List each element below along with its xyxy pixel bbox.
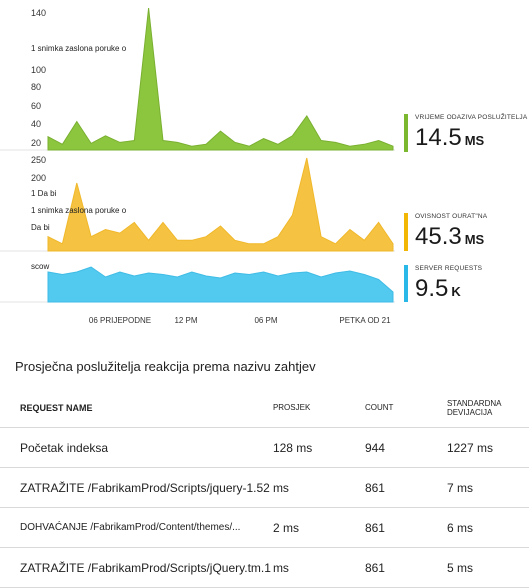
- metric-value: 45.3 MS: [415, 223, 485, 250]
- server-requests-tile[interactable]: SERVER REQUESTS 9.5 K: [404, 265, 524, 302]
- y-tick: 140: [31, 8, 47, 18]
- y-tick: 40: [31, 119, 42, 129]
- metric-value: 9.5 K: [415, 275, 461, 302]
- annotation-label[interactable]: 1 Da bi: [31, 189, 56, 198]
- y-tick: 100: [31, 65, 47, 75]
- metric-label: VRIJEME ODAZIVA POSLUŽITELJA: [415, 114, 528, 121]
- column-header-count[interactable]: COUNT: [363, 388, 446, 428]
- table-row[interactable]: DOHVAĆANJE /FabrikamProd/Content/themes/…: [0, 507, 529, 548]
- series-area: [47, 266, 394, 303]
- y-tick: 20: [31, 138, 42, 148]
- metric-label: OVISNOST OURAT"NA: [415, 213, 488, 220]
- y-tick: 200: [31, 173, 47, 183]
- annotation-label[interactable]: Da bi: [31, 223, 50, 232]
- metric-color-bar: [404, 213, 408, 251]
- table-header-row: REQUEST NAME PROSJEK COUNT STANDARDNA DE…: [0, 388, 529, 428]
- column-header-std-dev[interactable]: STANDARDNA DEVIJACIJA: [445, 388, 529, 428]
- request-std-dev: 6 ms: [445, 507, 529, 548]
- metric-color-bar: [404, 114, 408, 152]
- table-row[interactable]: ZATRAŽITE /FabrikamProd/Scripts/jQuery.t…: [0, 547, 529, 588]
- request-average: 128 ms: [271, 427, 364, 468]
- request-std-dev: 5 ms: [445, 547, 529, 588]
- request-name[interactable]: ZATRAŽITE /FabrikamProd/Scripts/jquery-1…: [0, 467, 272, 508]
- y-tick: 250: [31, 155, 47, 165]
- table-row[interactable]: ZATRAŽITE /FabrikamProd/Scripts/jquery-1…: [0, 467, 529, 508]
- metric-value: 14.5 MS: [415, 124, 485, 151]
- request-count: 861: [363, 547, 446, 588]
- x-tick: 06 PRIJEPODNE: [88, 316, 152, 325]
- column-header-average[interactable]: PROSJEK: [271, 388, 364, 428]
- request-average: ms: [271, 467, 364, 508]
- server-response-time-tile[interactable]: VRIJEME ODAZIVA POSLUŽITELJA 14.5 MS: [404, 114, 528, 152]
- dependency-duration-tile[interactable]: OVISNOST OURAT"NA 45.3 MS: [404, 213, 524, 251]
- request-average: ms: [271, 547, 364, 588]
- metric-label: SERVER REQUESTS: [415, 265, 483, 272]
- table-title: Prosječna poslužitelja reakcija prema na…: [15, 359, 316, 374]
- y-tick: 60: [31, 101, 42, 111]
- request-name[interactable]: DOHVAĆANJE /FabrikamProd/Content/themes/…: [0, 507, 272, 548]
- request-count: 944: [363, 427, 446, 468]
- request-std-dev: 1227 ms: [445, 427, 529, 468]
- annotation-label[interactable]: 1 snimka zaslona poruke o: [31, 44, 126, 53]
- table-row[interactable]: Početak indeksa 128 ms 944 1227 ms: [0, 427, 529, 468]
- request-name[interactable]: ZATRAŽITE /FabrikamProd/Scripts/jQuery.t…: [0, 547, 272, 588]
- request-std-dev: 7 ms: [445, 467, 529, 508]
- series-area: [47, 7, 394, 151]
- metric-color-bar: [404, 265, 408, 302]
- x-tick: 06 PM: [254, 316, 278, 325]
- request-table: REQUEST NAME PROSJEK COUNT STANDARDNA DE…: [0, 388, 529, 588]
- request-name[interactable]: Početak indeksa: [0, 427, 272, 468]
- request-average: 2 ms: [271, 507, 364, 548]
- y-tick: 80: [31, 82, 42, 92]
- x-tick: PETKA OD 21: [339, 316, 391, 325]
- x-tick: 12 PM: [174, 316, 198, 325]
- annotation-label[interactable]: 1 snimka zaslona poruke o: [31, 206, 126, 215]
- annotation-label[interactable]: scow: [31, 262, 49, 271]
- metrics-chart: 140 100 80 60 40 20 250 200 1 snimka zas…: [0, 0, 400, 335]
- request-count: 861: [363, 507, 446, 548]
- column-header-request-name[interactable]: REQUEST NAME: [0, 388, 272, 428]
- request-count: 861: [363, 467, 446, 508]
- series-area: [47, 157, 394, 252]
